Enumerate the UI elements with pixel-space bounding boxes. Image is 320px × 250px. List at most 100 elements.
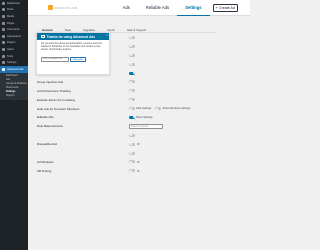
sidebar-item-label: Comments (7, 28, 20, 32)
sidebar-item-posts[interactable]: Posts (0, 7, 28, 14)
sidebar-submenu: Dashboard Ads Groups & Rotations Placements… (0, 72, 28, 100)
gear-icon[interactable]: ⚙ (137, 142, 140, 146)
close-icon[interactable]: × (106, 33, 108, 37)
sidebar-item-label: Settings (7, 61, 17, 65)
plugins-icon (2, 41, 5, 45)
toggle-switch[interactable] (129, 151, 135, 155)
nav-reliable-ads[interactable]: Reliable Ads (138, 0, 177, 16)
sidebar-item-appearance[interactable]: Appearance (0, 33, 28, 40)
setting-control (129, 98, 135, 102)
setting-control (129, 35, 135, 39)
posts-icon (2, 8, 5, 12)
toggle-switch[interactable] (129, 160, 135, 164)
dashboard-icon (2, 1, 5, 5)
pages-icon (2, 21, 5, 25)
settings-row: Exclude Admin from tracking (36, 95, 216, 104)
plugin-logo: advanced ads (48, 5, 78, 10)
nav-settings[interactable]: Settings (177, 0, 210, 16)
toggle-switch[interactable] (129, 89, 135, 93)
plus-icon: + (215, 4, 218, 10)
role-select[interactable]: Select to access (129, 124, 163, 129)
setting-label: Role Based Access (37, 124, 63, 129)
toggle-switch[interactable] (155, 107, 162, 111)
toggle-switch[interactable] (129, 44, 135, 48)
users-icon (2, 47, 5, 51)
sidebar-item-label: Pages (7, 21, 15, 25)
sidebar-item-label: Tools (7, 54, 14, 58)
setting-control (129, 133, 135, 137)
sidebar-item-users[interactable]: Users (0, 46, 28, 53)
tools-icon (2, 54, 5, 58)
toggle-switch[interactable] (129, 142, 135, 146)
sidebar-item-dashboard[interactable]: Dashboard (0, 0, 28, 7)
setting-label: AB Testing (37, 168, 52, 173)
gear-icon[interactable]: ⚙ (137, 160, 140, 164)
toggle-switch[interactable] (129, 169, 135, 173)
toggle-switch[interactable] (129, 80, 135, 84)
setting-label: Group Injection Ads (37, 79, 64, 84)
setting-control: ⚙ (129, 169, 140, 173)
setting-control: Select to access (129, 124, 163, 129)
toggle-option-label: Show Settings (136, 115, 153, 119)
submenu-item[interactable]: Support (0, 94, 28, 98)
toggle-switch[interactable] (129, 115, 135, 119)
sidebar-item-label: Advanced Ads (7, 67, 24, 71)
toggle-switch[interactable] (129, 53, 135, 57)
toggle-switch[interactable] (129, 133, 135, 137)
settings-row: Ad Windows ⚙ (36, 157, 216, 166)
settings-row (36, 149, 216, 158)
logo-mark-icon (48, 5, 53, 10)
setting-label: Hide Ads for Premium Members (37, 106, 80, 111)
sidebar-item-tools[interactable]: Tools (0, 53, 28, 60)
toggle-switch[interactable] (129, 71, 135, 75)
create-ad-button[interactable]: + Create Ad (212, 3, 238, 12)
setting-label: Ad Windows (37, 159, 54, 164)
toggle-option-label: Hide Settings (136, 107, 152, 111)
setting-control (129, 80, 135, 84)
comments-icon (2, 28, 5, 32)
sidebar-item-media[interactable]: Media (0, 13, 28, 20)
email-input[interactable] (41, 57, 69, 62)
plugin-header: advanced ads Ads Reliable Ads Settings + C… (28, 0, 250, 16)
sidebar-item-label: Dashboard (7, 1, 20, 5)
header-nav: Ads Reliable Ads Settings (115, 0, 210, 16)
logo-text: advanced ads (54, 5, 78, 10)
setting-control (129, 53, 135, 57)
settings-row: Hide Ads for Premium Members Hide Setting… (36, 104, 216, 113)
toggle-switch[interactable] (129, 35, 135, 39)
app-window: Dashboard Posts Media Pages Comments Appearan… (0, 0, 250, 250)
toggle-switch[interactable] (129, 107, 135, 111)
sidebar-item-pages[interactable]: Pages (0, 20, 28, 27)
settings-row: Editable Ads Show Settings (36, 113, 216, 122)
setting-label: Exclude Admin from tracking (37, 97, 76, 102)
toggle-switch[interactable] (129, 62, 135, 66)
setting-control (129, 62, 135, 66)
sidebar-item-plugins[interactable]: Plugins (0, 40, 28, 47)
advanced-ads-icon (2, 67, 5, 71)
sidebar-item-settings[interactable]: Settings (0, 59, 28, 66)
setting-control: Show Settings (129, 115, 156, 119)
sidebar-item-label: Plugins (7, 41, 16, 45)
gear-icon[interactable]: ⚙ (137, 169, 140, 173)
setting-control (129, 89, 135, 93)
popup-header: Thanks for using Advanced Ads × (37, 33, 109, 40)
toggle-switch[interactable] (129, 98, 135, 102)
settings-row: Disqualified Ad ⚙ (36, 140, 216, 149)
create-ad-label: Create Ad (218, 5, 235, 10)
nav-ads[interactable]: Ads (115, 0, 138, 16)
settings-row: Role Based Access Select to access (36, 122, 216, 131)
sidebar-item-advanced-ads[interactable]: Advanced Ads (0, 65, 28, 73)
setting-control: ⚙ (129, 142, 140, 146)
sidebar-item-label: Appearance (7, 34, 21, 38)
setting-control: Hide Settings Show Members Settings (129, 107, 194, 111)
settings-row: Ad Performance Tracking (36, 86, 216, 95)
media-icon (2, 14, 5, 18)
mail-icon (41, 35, 45, 38)
sidebar-item-label: Users (7, 47, 14, 51)
sidebar-item-comments[interactable]: Comments (0, 26, 28, 33)
setting-control: ⚙ (129, 160, 140, 164)
wp-admin-sidebar: Dashboard Posts Media Pages Comments Appearan… (0, 0, 28, 250)
setting-label: Ad Performance Tracking (37, 88, 71, 93)
sidebar-item-label: Posts (7, 8, 14, 12)
subscribe-button[interactable]: Subscribe (70, 57, 86, 62)
